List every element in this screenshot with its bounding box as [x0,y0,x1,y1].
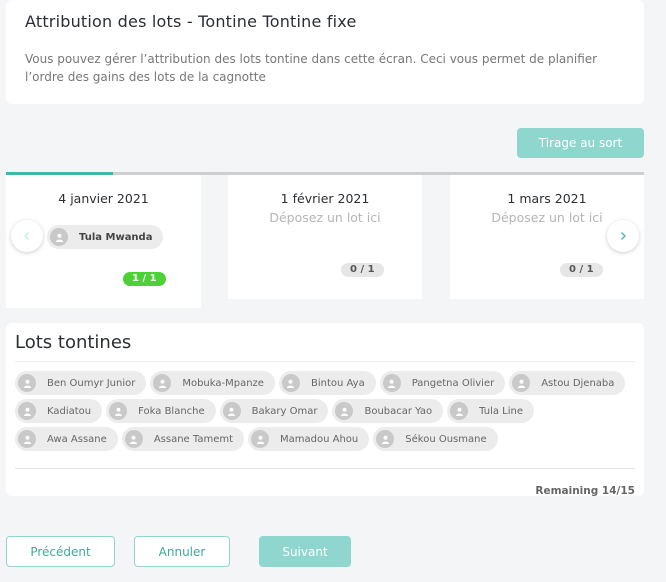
user-icon [376,430,395,448]
lot-count-badge: 0 / 1 [560,263,603,277]
chevron-left-icon [24,232,29,240]
lot-date: 1 mars 2021 [507,191,587,206]
member-name: Sékou Ousmane [405,433,487,445]
member-chip[interactable]: Astou Djenaba [509,371,626,395]
user-icon [251,430,270,448]
assigned-member-chip[interactable]: Tula Mwanda [47,225,164,249]
member-chip[interactable]: Kadiatou [15,399,103,423]
member-chip[interactable]: Sékou Ousmane [373,427,498,451]
member-name: Ben Oumyr Junior [47,377,136,389]
member-name: Assane Tamemt [153,433,234,445]
user-icon [18,430,36,448]
member-chip[interactable]: Awa Assane [15,427,118,451]
lot-date: 1 février 2021 [280,191,370,206]
user-icon [335,402,354,420]
member-name: Kadiatou [47,405,92,417]
user-icon [450,402,469,420]
user-icon [18,374,36,392]
previous-button[interactable]: Précédent [6,536,115,567]
member-chip[interactable]: Mamadou Ahou [248,427,370,451]
user-icon [222,402,241,420]
page-description: Vous pouvez gérer l’attribution des lots… [25,52,598,84]
member-name: Astou Djenaba [541,377,615,389]
member-name: Tula Mwanda [79,231,153,243]
page-title: Attribution des lots - Tontine Tontine f… [25,12,357,31]
lot-date: 4 janvier 2021 [58,191,149,206]
user-icon [50,228,68,246]
divider [15,468,635,469]
member-chip[interactable]: Assane Tamemt [121,427,245,451]
carousel-next-button[interactable] [607,220,639,252]
member-chip[interactable]: Mobuka-Mpanze [150,371,275,395]
draw-lots-button[interactable]: Tirage au sort [517,128,644,158]
member-chip[interactable]: Ben Oumyr Junior [15,371,147,395]
lot-slot[interactable]: 1 février 2021 Déposez un lot ici 0 / 1 [228,175,422,299]
next-button[interactable]: Suivant [259,536,351,567]
chevron-right-icon [621,232,626,240]
member-chip[interactable]: Foka Blanche [106,399,216,423]
carousel-prev-button[interactable] [11,220,43,252]
lot-count-badge: 0 / 1 [341,263,384,277]
user-icon [153,374,172,392]
member-name: Awa Assane [47,433,107,445]
user-icon [512,374,531,392]
user-icon [281,374,300,392]
lots-pool-card: Lots tontines Ben Oumyr Junior Mobuka-Mpa… [6,323,644,497]
member-name: Bakary Omar [251,405,318,417]
member-name: Bintou Aya [310,377,365,389]
divider [15,361,635,362]
member-chip[interactable]: Boubacar Yao [332,399,444,423]
member-chip[interactable]: Pangetna Olivier [379,371,506,395]
user-icon [124,430,143,448]
user-icon [18,402,36,420]
intro-card: Attribution des lots - Tontine Tontine f… [6,0,644,104]
cancel-button[interactable]: Annuler [134,536,230,567]
member-chip[interactable]: Bintou Aya [278,371,376,395]
lots-pool-title: Lots tontines [15,332,132,353]
user-icon [109,402,128,420]
user-icon [382,374,401,392]
member-name: Mobuka-Mpanze [182,377,264,389]
member-name: Boubacar Yao [364,405,433,417]
member-name: Pangetna Olivier [411,377,495,389]
member-name: Tula Line [479,405,524,417]
drop-zone-hint: Déposez un lot ici [269,210,381,225]
lot-count-badge: 1 / 1 [123,272,166,286]
member-chip-list: Ben Oumyr Junior Mobuka-Mpanze Bintou Aya P… [15,371,635,451]
member-chip[interactable]: Bakary Omar [219,399,329,423]
member-name: Foka Blanche [138,405,205,417]
member-name: Mamadou Ahou [280,433,359,445]
member-chip[interactable]: Tula Line [447,399,535,423]
remaining-count: Remaining 14/15 [535,485,635,497]
